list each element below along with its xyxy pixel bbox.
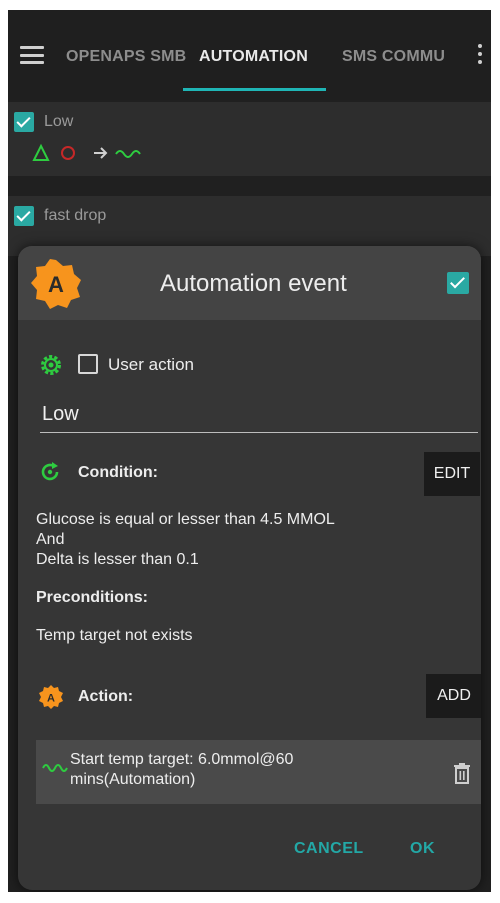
list-item-title: fast drop: [44, 207, 107, 224]
ok-button[interactable]: OK: [410, 840, 435, 858]
app-screen: OPENAPS SMB AUTOMATION SMS COMMU Low fas…: [8, 10, 491, 892]
enabled-checkbox[interactable]: [14, 112, 34, 132]
refresh-icon: [41, 462, 59, 481]
automation-event-dialog: A Automation event User action Condition…: [18, 246, 481, 890]
tab-sms-communicator[interactable]: SMS COMMU: [342, 48, 445, 66]
list-item[interactable]: Low: [8, 102, 491, 176]
condition-line: Delta is lesser than 0.1: [36, 551, 199, 568]
event-name-input[interactable]: [40, 396, 478, 433]
tab-openaps-smb[interactable]: OPENAPS SMB: [66, 48, 186, 66]
svg-text:A: A: [47, 693, 55, 705]
temp-target-icon: [42, 764, 68, 772]
action-icon: A: [39, 685, 63, 709]
action-list-item[interactable]: Start temp target: 6.0mmol@60 mins(Autom…: [36, 740, 481, 804]
top-app-bar: OPENAPS SMB AUTOMATION SMS COMMU: [8, 10, 491, 100]
dialog-title: Automation event: [160, 270, 347, 297]
edit-condition-button[interactable]: EDIT: [424, 452, 480, 496]
svg-text:A: A: [48, 272, 64, 297]
gear-icon: [41, 355, 61, 375]
tab-automation[interactable]: AUTOMATION: [199, 48, 308, 66]
more-options-icon[interactable]: [477, 44, 483, 66]
menu-icon[interactable]: [20, 46, 44, 64]
condition-icons: [32, 143, 141, 161]
event-enabled-checkbox[interactable]: [447, 272, 469, 294]
cancel-button[interactable]: CANCEL: [294, 840, 364, 858]
user-action-checkbox[interactable]: [78, 354, 98, 374]
app-logo-icon: A: [31, 259, 81, 309]
user-action-label: User action: [108, 355, 194, 374]
trash-icon[interactable]: [453, 762, 471, 784]
tab-indicator: [183, 88, 326, 91]
condition-line: Glucose is equal or lesser than 4.5 MMOL: [36, 511, 335, 528]
add-action-button[interactable]: ADD: [426, 674, 481, 718]
action-label: Action:: [78, 688, 134, 705]
condition-line: And: [36, 531, 65, 548]
preconditions-label: Preconditions:: [36, 589, 149, 606]
list-item-icons: [30, 142, 160, 169]
precondition-text: Temp target not exists: [36, 627, 193, 644]
enabled-checkbox[interactable]: [14, 206, 34, 226]
condition-label: Condition:: [78, 464, 158, 481]
action-item-text: Start temp target: 6.0mmol@60 mins(Autom…: [70, 751, 294, 788]
dialog-header: A Automation event: [18, 246, 481, 320]
list-item-title: Low: [44, 113, 74, 130]
